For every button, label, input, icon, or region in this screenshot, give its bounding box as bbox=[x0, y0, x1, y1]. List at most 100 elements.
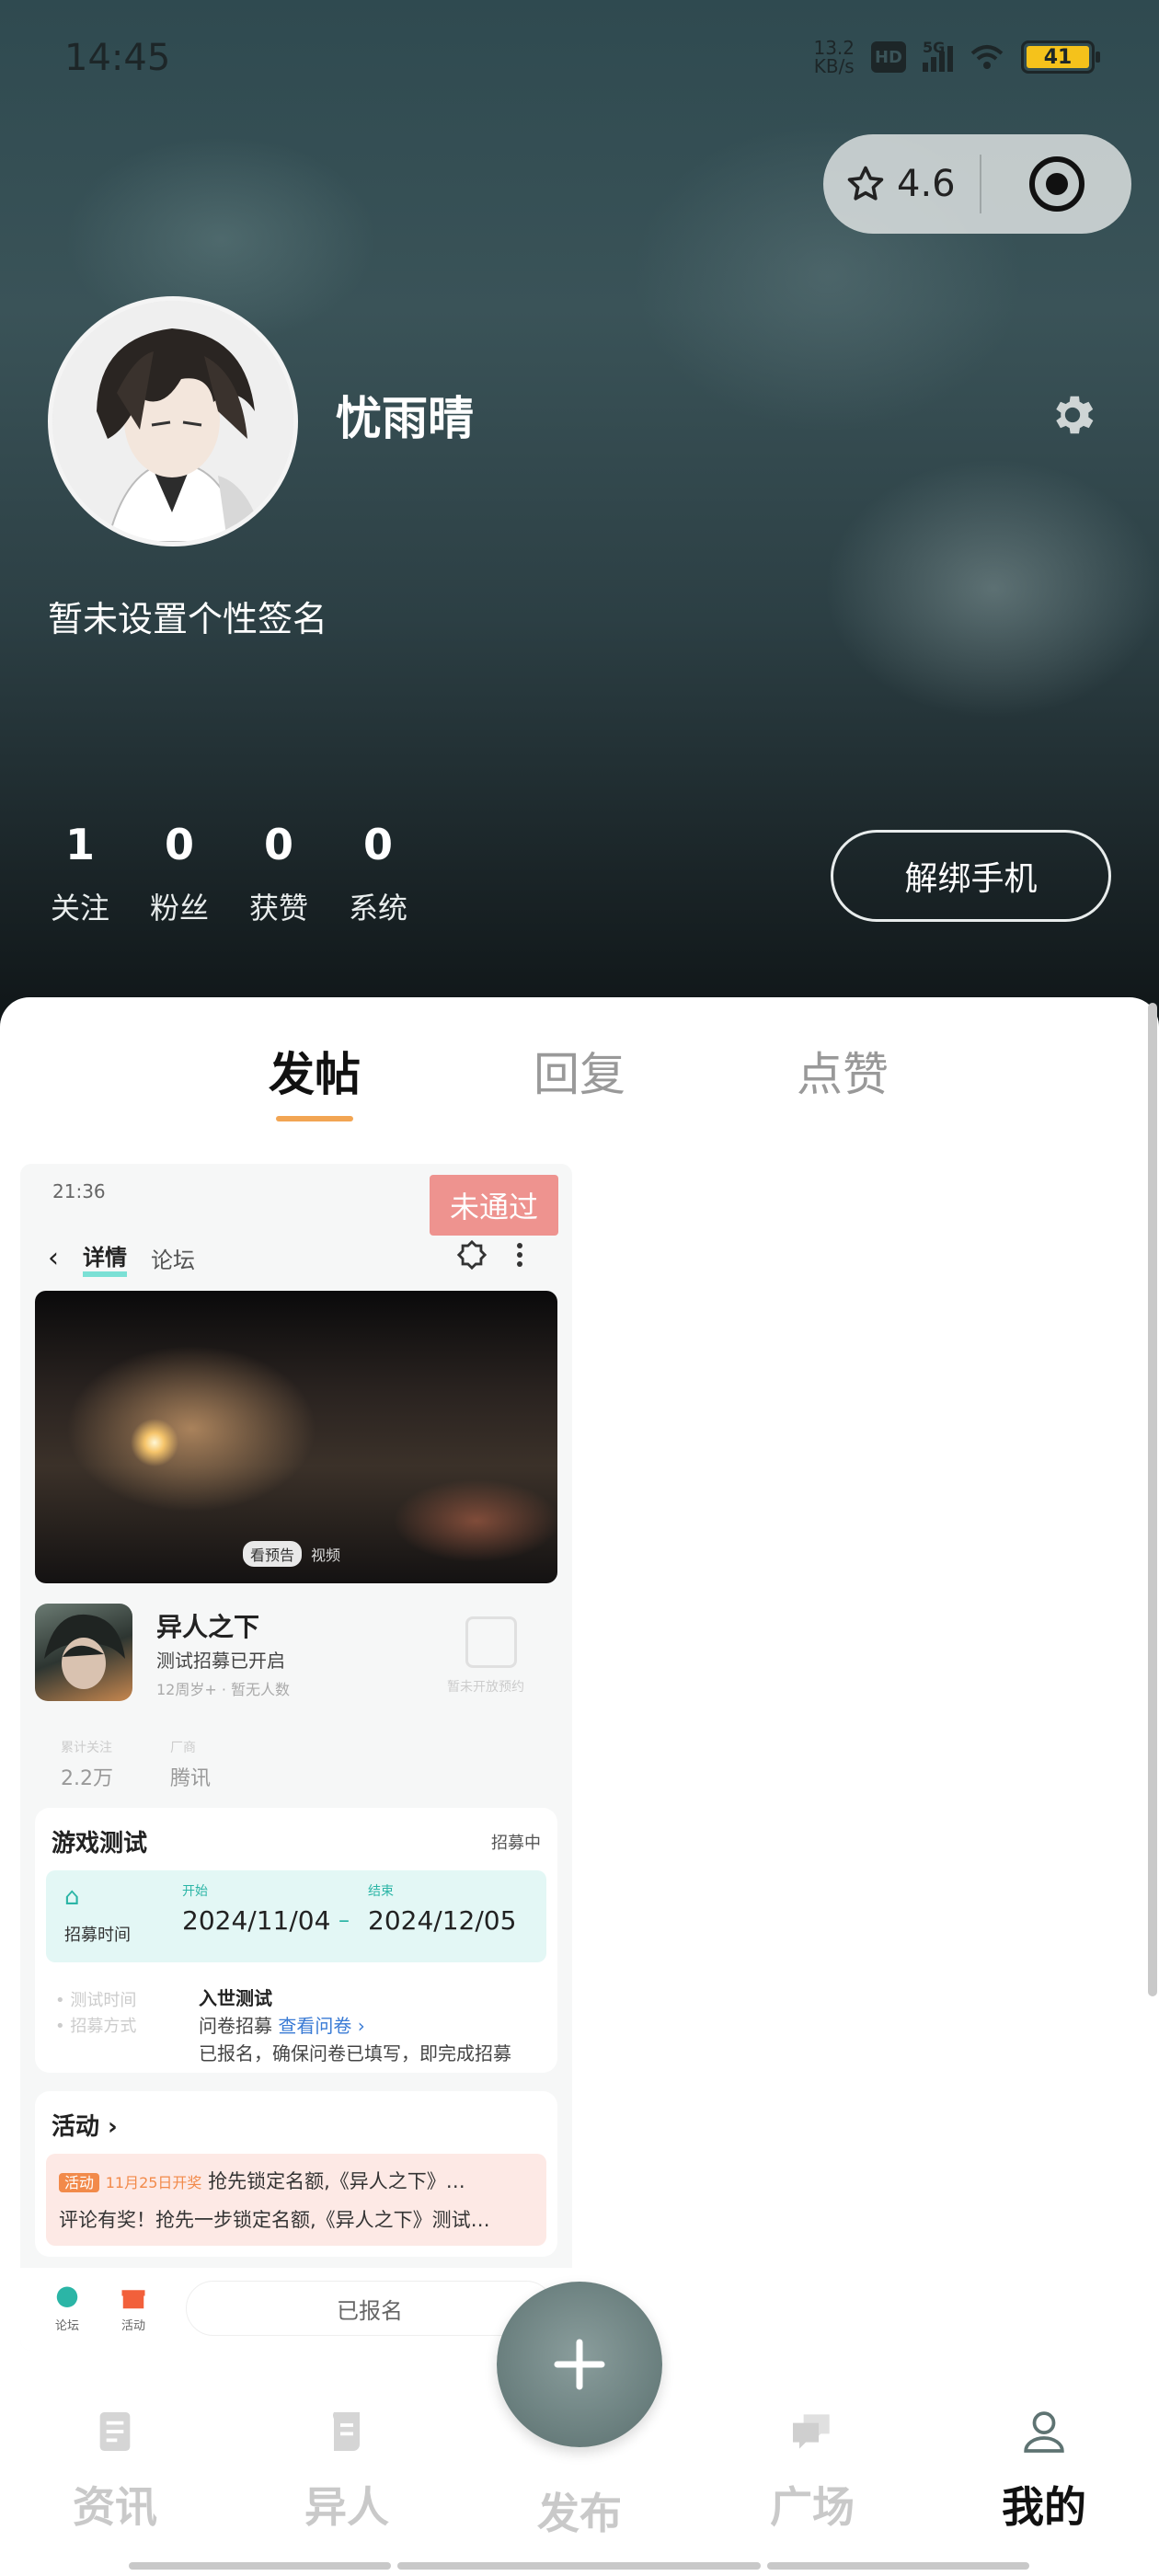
chat-bubbles-icon bbox=[793, 2414, 830, 2449]
game-stat-value: 腾讯 bbox=[170, 1767, 212, 1790]
screenshot-tab-forum: 论坛 bbox=[151, 1248, 195, 1273]
recruit-method: 问卷招募 bbox=[199, 2015, 272, 2037]
step-item: • 测试时间 bbox=[55, 1991, 137, 2010]
star-icon bbox=[847, 166, 884, 201]
gesture-bar-left bbox=[129, 2562, 391, 2570]
video-label: 视频 bbox=[311, 1547, 341, 1564]
activity-tag: 活动 bbox=[59, 2173, 100, 2192]
test-date-range: ⌂ 招募时间 开始 2024/11/04 – 结束 2024/12/05 bbox=[46, 1870, 546, 1962]
nav-label: 我的 bbox=[1002, 2482, 1086, 2532]
stat-system[interactable]: 0 系统 bbox=[318, 819, 438, 927]
activity-section: 活动 › 活动 11月25日开奖 抢先锁定名额,《异人之下》… 评论有奖！抢先一… bbox=[35, 2091, 557, 2257]
end-date: 2024/12/05 bbox=[368, 1905, 517, 1936]
game-test-section: 游戏测试 招募中 ⌂ 招募时间 开始 2024/11/04 – 结束 2024/… bbox=[35, 1808, 557, 2073]
wifi-icon bbox=[970, 43, 1004, 71]
stat-label: 系统 bbox=[348, 891, 407, 926]
content-tabs: 发帖 回复 点赞 bbox=[0, 1038, 1159, 1121]
game-info: 异人之下 测试招募已开启 12周岁+ · 暂无人数 暂未开放预约 bbox=[35, 1604, 557, 1723]
more-icon bbox=[517, 1243, 522, 1267]
home-icon: ⌂ bbox=[64, 1883, 80, 1911]
game-stat-follow: 累计关注 2.2万 bbox=[61, 1738, 113, 1791]
network-speed-value: 13.2 bbox=[813, 37, 855, 59]
screenshot-nav: ‹ 详情 论坛 bbox=[48, 1239, 195, 1277]
range-label: 招募时间 bbox=[64, 1926, 131, 1945]
avatar[interactable] bbox=[48, 296, 298, 546]
unbind-phone-button[interactable]: 解绑手机 bbox=[831, 830, 1111, 922]
game-subtitle: 测试招募已开启 bbox=[156, 1650, 285, 1672]
test-steps: • 测试时间 • 招募方式 bbox=[55, 1988, 136, 2040]
game-stats: 累计关注 2.2万 厂商腾讯 bbox=[61, 1738, 211, 1791]
joined-button: 已报名 bbox=[186, 2281, 554, 2336]
tab-replies[interactable]: 回复 bbox=[534, 1038, 625, 1104]
status-badge: 未通过 bbox=[430, 1175, 558, 1236]
video-tags: 看预告 视频 bbox=[243, 1541, 340, 1567]
screenshot-bottom-bar: 论坛 活动 已报名 bbox=[20, 2268, 572, 2351]
network-speed: 13.2 KB/s bbox=[813, 39, 855, 75]
publish-label[interactable]: 发布 bbox=[497, 2480, 662, 2541]
network-speed-unit: KB/s bbox=[813, 55, 855, 77]
nav-item-news[interactable]: 资讯 bbox=[46, 2406, 184, 2535]
screenshot-tab-detail: 详情 bbox=[83, 1239, 127, 1277]
personal-signature[interactable]: 暂未设置个性签名 bbox=[48, 591, 327, 641]
activity-shortcut: 活动 bbox=[120, 2284, 147, 2333]
scroll-icon bbox=[333, 2412, 360, 2451]
tab-likes[interactable]: 点赞 bbox=[797, 1038, 889, 1104]
game-name: 异人之下 bbox=[156, 1612, 260, 1642]
step-item: • 招募方式 bbox=[55, 2017, 137, 2036]
badge-icon bbox=[456, 1239, 488, 1271]
person-icon bbox=[1024, 2411, 1064, 2453]
game-cover-image bbox=[35, 1604, 132, 1701]
game-meta: 12周岁+ · 暂无人数 bbox=[156, 1681, 291, 1698]
activity-title: 活动 › bbox=[52, 2113, 118, 2141]
activity-shortcut-label: 活动 bbox=[120, 2319, 145, 2333]
start-key: 开始 bbox=[182, 1884, 208, 1899]
test-title: 游戏测试 bbox=[52, 1830, 148, 1857]
trailer-pill: 看预告 bbox=[243, 1541, 303, 1567]
close-mini-program-button[interactable] bbox=[981, 154, 1131, 214]
battery-icon: 41 bbox=[1021, 40, 1100, 74]
gesture-bar-right bbox=[767, 2562, 1029, 2570]
forum-shortcut: 论坛 bbox=[53, 2284, 81, 2333]
activity-tag-note: 11月25日开奖 bbox=[105, 2174, 202, 2191]
game-stat-label: 厂商 bbox=[170, 1741, 196, 1755]
nav-item-square[interactable]: 广场 bbox=[743, 2406, 881, 2535]
cellular-signal-icon: 5G bbox=[923, 39, 953, 72]
test-details: 入世测试 问卷招募 查看问卷 › 已报名，确保问卷已填写，即完成招募 bbox=[199, 1984, 511, 2067]
screenshot-nav-right bbox=[456, 1239, 524, 1271]
plus-icon bbox=[554, 2339, 605, 2390]
tab-posts[interactable]: 发帖 bbox=[269, 1038, 361, 1104]
forum-shortcut-label: 论坛 bbox=[54, 2319, 79, 2333]
rating-button[interactable]: 4.6 bbox=[823, 163, 980, 205]
stat-value: 0 bbox=[362, 820, 393, 869]
post-card[interactable]: 21:36 未通过 ‹ 详情 论坛 看预告 视频 异人之下 测试招募已开启 12… bbox=[20, 1164, 572, 2351]
screenshot-time: 21:36 bbox=[52, 1180, 106, 1202]
battery-level: 41 bbox=[1027, 46, 1089, 69]
scrollbar[interactable] bbox=[1148, 1003, 1157, 1996]
activity-box: 活动 11月25日开奖 抢先锁定名额,《异人之下》… 评论有奖！抢先一步锁定名额… bbox=[46, 2154, 546, 2246]
status-time: 14:45 bbox=[64, 37, 171, 79]
test-status: 招募中 bbox=[491, 1834, 541, 1853]
gift-icon bbox=[121, 2290, 145, 2309]
nav-label: 广场 bbox=[770, 2482, 855, 2532]
gesture-bar-center[interactable] bbox=[397, 2562, 761, 2570]
settings-gear-icon[interactable] bbox=[1047, 389, 1098, 441]
start-date: 2024/11/04 bbox=[182, 1905, 331, 1936]
nav-label: 资讯 bbox=[73, 2482, 157, 2532]
test-type: 入世测试 bbox=[199, 1987, 272, 2009]
network-type-label: 5G bbox=[923, 39, 946, 56]
questionnaire-link: 查看问卷 › bbox=[278, 2015, 365, 2037]
target-icon bbox=[1028, 156, 1084, 212]
publish-button[interactable] bbox=[497, 2282, 662, 2447]
rating-value: 4.6 bbox=[897, 163, 956, 205]
game-stat-label: 累计关注 bbox=[61, 1741, 112, 1755]
username: 忧雨晴 bbox=[336, 392, 474, 445]
nav-item-mine[interactable]: 我的 bbox=[975, 2406, 1113, 2535]
end-key: 结束 bbox=[368, 1884, 394, 1899]
activity-line: 抢先锁定名额,《异人之下》… bbox=[208, 2170, 465, 2192]
video-thumbnail: 看预告 视频 bbox=[35, 1291, 557, 1583]
nav-item-yiren[interactable]: 异人 bbox=[278, 2406, 416, 2535]
forum-icon bbox=[56, 2286, 78, 2307]
calendar-icon bbox=[465, 1616, 517, 1668]
nav-label: 异人 bbox=[304, 2482, 389, 2532]
game-stat-vendor: 厂商 腾讯 bbox=[170, 1738, 211, 1791]
